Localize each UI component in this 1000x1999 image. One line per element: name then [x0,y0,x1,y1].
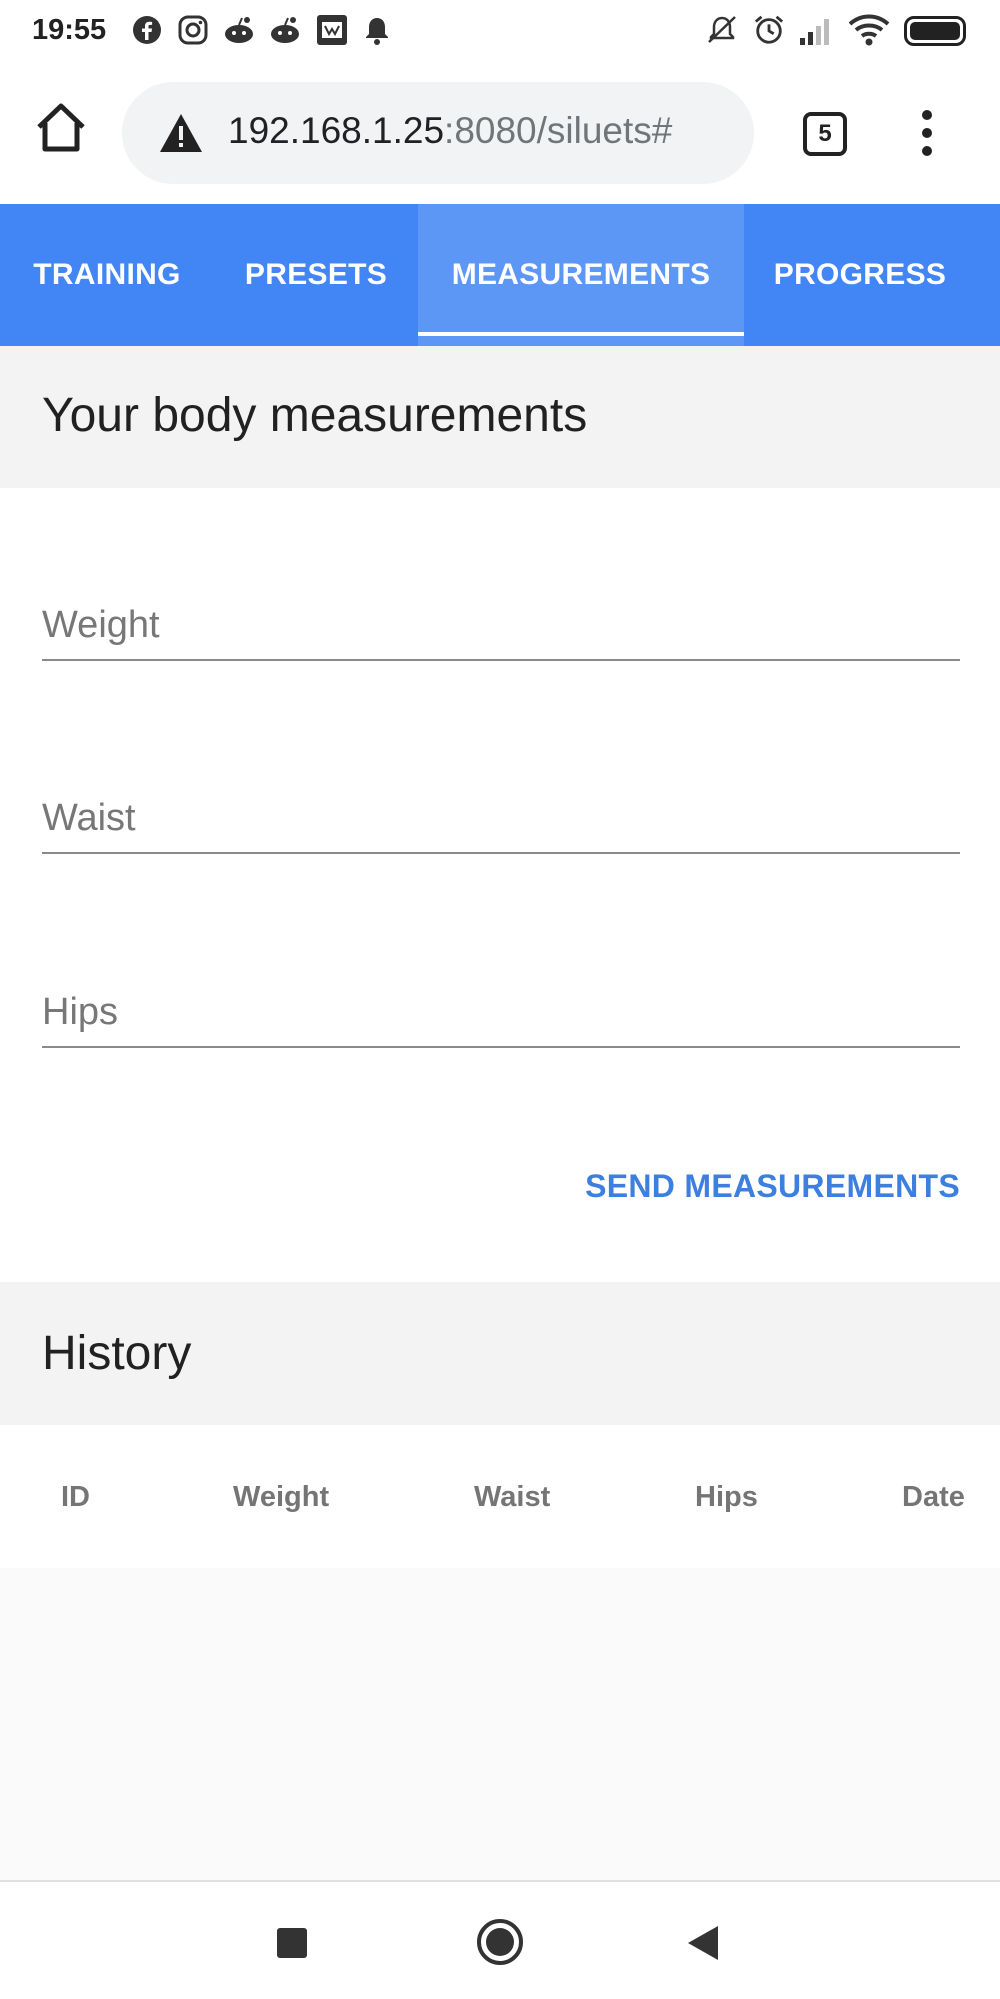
recent-apps-icon[interactable] [277,1928,307,1958]
battery-icon [904,16,966,46]
warning-icon[interactable] [158,112,204,154]
back-icon[interactable] [688,1926,718,1960]
url-host: 192.168.1.25 [228,110,445,151]
measurements-header: Your body measurements [0,346,1000,488]
tab-training[interactable]: TRAINING [0,204,214,346]
tab-switcher-button[interactable]: 5 [803,112,847,156]
tab-measurements[interactable]: MEASUREMENTS [418,204,744,346]
address-bar[interactable]: 192.168.1.25:8080/siluets# [122,82,754,184]
browser-toolbar: 192.168.1.25:8080/siluets# 5 [0,62,1000,204]
status-time: 19:55 [32,14,107,46]
waist-input[interactable] [42,778,960,848]
tab-progress[interactable]: PROGRESS [744,204,976,346]
history-title: History [42,1327,192,1380]
home-circle-icon[interactable] [477,1919,523,1965]
measurements-form: SEND MEASUREMENTS [0,488,1000,1282]
app-icon [317,15,347,45]
waist-field [42,778,960,854]
tab-presets[interactable]: PRESETS [214,204,418,346]
history-table-header: ID Weight Waist Hips Date [0,1425,1000,1568]
mute-icon [708,16,736,43]
reddit-icon [271,17,299,43]
column-header-id[interactable]: ID [61,1481,90,1514]
alarm-icon [754,15,784,44]
reddit-icon [225,17,253,43]
more-menu-icon[interactable] [920,110,934,158]
url-path: :8080/siluets# [444,110,673,151]
bell-icon [366,18,388,45]
hips-field [42,972,960,1048]
instagram-icon [178,15,208,45]
column-header-hips[interactable]: Hips [695,1481,758,1514]
wifi-icon [848,14,890,46]
system-nav-bar [0,1880,1000,1999]
tab-bar: TRAINING PRESETS MEASUREMENTS PROGRESS [0,204,1000,346]
history-header: History [0,1282,1000,1425]
column-header-weight[interactable]: Weight [233,1481,329,1514]
hips-input[interactable] [42,972,960,1042]
home-icon[interactable] [34,100,88,154]
column-header-date[interactable]: Date [902,1481,965,1514]
column-header-waist[interactable]: Waist [474,1481,550,1514]
weight-input[interactable] [42,585,960,655]
measurements-title: Your body measurements [42,389,588,442]
status-bar: 19:55 [0,0,1000,62]
signal-icon [800,19,829,45]
weight-field [42,585,960,661]
send-measurements-button[interactable]: SEND MEASUREMENTS [585,1168,960,1205]
url-text[interactable]: 192.168.1.25:8080/siluets# [228,110,672,152]
facebook-icon [133,16,161,44]
